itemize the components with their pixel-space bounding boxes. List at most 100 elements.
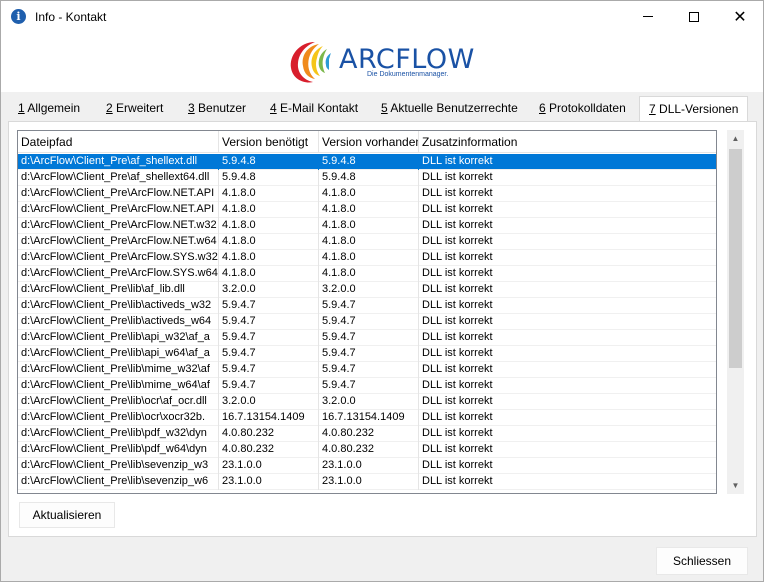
cell-dateipfad: d:\ArcFlow\Client_Pre\lib\pdf_w64\dyn <box>18 442 219 458</box>
tab-accesskey: 6 <box>539 101 546 115</box>
table-row[interactable]: d:\ArcFlow\Client_Pre\lib\ocr\xocr32b. 16… <box>18 410 716 426</box>
cell-version-benoetigt: 4.1.8.0 <box>219 186 319 202</box>
column-header-version-benoetigt[interactable]: Version benötigt <box>219 131 319 153</box>
tab-dll-versionen[interactable]: 7 DLL-Versionen <box>639 96 749 122</box>
cell-dateipfad: d:\ArcFlow\Client_Pre\lib\activeds_w64 <box>18 314 219 330</box>
cell-version-vorhanden: 5.9.4.8 <box>319 154 419 170</box>
grid-header: Dateipfad Version benötigt Version vorha… <box>18 131 716 153</box>
cell-version-benoetigt: 4.1.8.0 <box>219 250 319 266</box>
cell-zusatzinformation: DLL ist korrekt <box>422 187 493 199</box>
cell-version-vorhanden: 5.9.4.7 <box>319 330 419 346</box>
tab-label: Erweitert <box>112 101 164 115</box>
column-header-zusatzinformation[interactable]: Zusatzinformation <box>419 131 716 153</box>
cell-version-benoetigt: 5.9.4.8 <box>219 170 319 186</box>
cell-zusatzinformation: DLL ist korrekt <box>422 411 493 423</box>
table-row[interactable]: d:\ArcFlow\Client_Pre\lib\api_w32\af_a 5.… <box>18 330 716 346</box>
table-row[interactable]: d:\ArcFlow\Client_Pre\lib\mime_w32\af 5.9… <box>18 362 716 378</box>
table-row[interactable]: d:\ArcFlow\Client_Pre\lib\activeds_w64 5.… <box>18 314 716 330</box>
cell-version-vorhanden: 23.1.0.0 <box>319 474 419 490</box>
cell-zusatzinformation: DLL ist korrekt <box>422 267 493 279</box>
tab-accesskey: 3 <box>188 101 195 115</box>
cell-dateipfad: d:\ArcFlow\Client_Pre\ArcFlow.NET.API <box>18 186 219 202</box>
cell-version-vorhanden: 16.7.13154.1409 <box>319 410 419 426</box>
column-header-version-vorhanden[interactable]: Version vorhanden <box>319 131 419 153</box>
column-header-dateipfad[interactable]: Dateipfad <box>18 131 219 153</box>
dll-version-grid[interactable]: Dateipfad Version benötigt Version vorha… <box>17 130 717 494</box>
refresh-button[interactable]: Aktualisieren <box>19 502 115 528</box>
tab-accesskey: 4 <box>270 101 277 115</box>
cell-dateipfad: d:\ArcFlow\Client_Pre\af_shellext64.dll <box>18 170 219 186</box>
tab-aktuelle-benutzerrechte[interactable]: 5 Aktuelle Benutzerrechte <box>372 96 527 121</box>
vertical-scrollbar[interactable]: ▲ ▼ <box>727 130 744 494</box>
tab-accesskey: 7 <box>649 102 656 116</box>
table-row[interactable]: d:\ArcFlow\Client_Pre\ArcFlow.SYS.w64 4.1… <box>18 266 716 282</box>
tab-label: Aktuelle Benutzerrechte <box>387 101 518 115</box>
table-row[interactable]: d:\ArcFlow\Client_Pre\lib\sevenzip_w3 23.… <box>18 458 716 474</box>
table-row[interactable]: d:\ArcFlow\Client_Pre\ArcFlow.SYS.w32 4.1… <box>18 250 716 266</box>
scroll-down-icon[interactable]: ▼ <box>727 477 744 494</box>
table-row[interactable]: d:\ArcFlow\Client_Pre\ArcFlow.NET.w32 4.1… <box>18 218 716 234</box>
cell-dateipfad: d:\ArcFlow\Client_Pre\ArcFlow.SYS.w64 <box>18 266 219 282</box>
cell-version-benoetigt: 4.0.80.232 <box>219 442 319 458</box>
cell-zusatzinformation: DLL ist korrekt <box>422 155 493 167</box>
cell-version-vorhanden: 5.9.4.7 <box>319 298 419 314</box>
cell-version-vorhanden: 5.9.4.7 <box>319 362 419 378</box>
scrollbar-thumb[interactable] <box>729 149 742 368</box>
cell-dateipfad: d:\ArcFlow\Client_Pre\lib\sevenzip_w6 <box>18 474 219 490</box>
cell-version-benoetigt: 4.0.80.232 <box>219 426 319 442</box>
table-row[interactable]: d:\ArcFlow\Client_Pre\ArcFlow.NET.w64 4.1… <box>18 234 716 250</box>
cell-version-benoetigt: 3.2.0.0 <box>219 394 319 410</box>
cell-version-benoetigt: 4.1.8.0 <box>219 218 319 234</box>
cell-version-vorhanden: 4.1.8.0 <box>319 218 419 234</box>
cell-zusatzinformation: DLL ist korrekt <box>422 315 493 327</box>
cell-version-benoetigt: 5.9.4.7 <box>219 330 319 346</box>
cell-dateipfad: d:\ArcFlow\Client_Pre\ArcFlow.NET.API <box>18 202 219 218</box>
table-row[interactable]: d:\ArcFlow\Client_Pre\af_shellext.dll 5.9… <box>18 154 716 170</box>
cell-zusatzinformation: DLL ist korrekt <box>422 235 493 247</box>
scroll-up-icon[interactable]: ▲ <box>727 130 744 147</box>
cell-version-benoetigt: 16.7.13154.1409 <box>219 410 319 426</box>
cell-zusatzinformation: DLL ist korrekt <box>422 379 493 391</box>
cell-version-vorhanden: 23.1.0.0 <box>319 458 419 474</box>
table-row[interactable]: d:\ArcFlow\Client_Pre\lib\mime_w64\af 5.9… <box>18 378 716 394</box>
table-row[interactable]: d:\ArcFlow\Client_Pre\lib\sevenzip_w6 23.… <box>18 474 716 490</box>
table-row[interactable]: d:\ArcFlow\Client_Pre\lib\pdf_w32\dyn 4.0… <box>18 426 716 442</box>
tab-label: Protokolldaten <box>545 101 626 115</box>
minimize-icon <box>643 16 653 17</box>
cell-zusatzinformation: DLL ist korrekt <box>422 427 493 439</box>
cell-zusatzinformation: DLL ist korrekt <box>422 203 493 215</box>
cell-version-benoetigt: 5.9.4.7 <box>219 314 319 330</box>
cell-dateipfad: d:\ArcFlow\Client_Pre\lib\api_w64\af_a <box>18 346 219 362</box>
cell-dateipfad: d:\ArcFlow\Client_Pre\lib\pdf_w32\dyn <box>18 426 219 442</box>
cell-dateipfad: d:\ArcFlow\Client_Pre\lib\ocr\xocr32b. <box>18 410 219 426</box>
cell-version-vorhanden: 4.1.8.0 <box>319 202 419 218</box>
cell-version-benoetigt: 4.1.8.0 <box>219 234 319 250</box>
table-row[interactable]: d:\ArcFlow\Client_Pre\ArcFlow.NET.API 4.1… <box>18 186 716 202</box>
cell-zusatzinformation: DLL ist korrekt <box>422 363 493 375</box>
table-row[interactable]: d:\ArcFlow\Client_Pre\lib\activeds_w32 5.… <box>18 298 716 314</box>
arcflow-logo-icon <box>290 42 331 83</box>
maximize-button[interactable] <box>671 1 717 32</box>
tab-benutzer[interactable]: 3 Benutzer <box>179 96 255 121</box>
table-row[interactable]: d:\ArcFlow\Client_Pre\af_shellext64.dll 5… <box>18 170 716 186</box>
tab-email-kontakt[interactable]: 4 E-Mail Kontakt <box>261 96 367 121</box>
table-row[interactable]: d:\ArcFlow\Client_Pre\lib\af_lib.dll 3.2.… <box>18 282 716 298</box>
info-icon: i <box>11 9 26 24</box>
table-row[interactable]: d:\ArcFlow\Client_Pre\lib\ocr\af_ocr.dll… <box>18 394 716 410</box>
table-row[interactable]: d:\ArcFlow\Client_Pre\ArcFlow.NET.API 4.1… <box>18 202 716 218</box>
table-row[interactable]: d:\ArcFlow\Client_Pre\lib\api_w64\af_a 5.… <box>18 346 716 362</box>
cell-version-benoetigt: 5.9.4.7 <box>219 362 319 378</box>
tab-label: Benutzer <box>194 101 247 115</box>
cell-dateipfad: d:\ArcFlow\Client_Pre\lib\mime_w64\af <box>18 378 219 394</box>
cell-zusatzinformation: DLL ist korrekt <box>422 395 493 407</box>
tab-protokolldaten[interactable]: 6 Protokolldaten <box>530 96 635 121</box>
table-row[interactable]: d:\ArcFlow\Client_Pre\lib\pdf_w64\dyn 4.0… <box>18 442 716 458</box>
close-button[interactable]: Schliessen <box>656 547 748 575</box>
minimize-button[interactable] <box>625 1 671 32</box>
tab-erweitert[interactable]: 2 Erweitert <box>97 96 172 121</box>
info-kontakt-dialog: i Info - Kontakt ✕ ARCFLOW Die Dokumente… <box>0 0 764 582</box>
close-window-button[interactable]: ✕ <box>717 1 763 32</box>
logo-banner: ARCFLOW Die Dokumentenmanager. <box>1 32 763 92</box>
tab-label: DLL-Versionen <box>655 102 739 116</box>
tab-allgemein[interactable]: 1 Allgemein <box>9 96 89 121</box>
